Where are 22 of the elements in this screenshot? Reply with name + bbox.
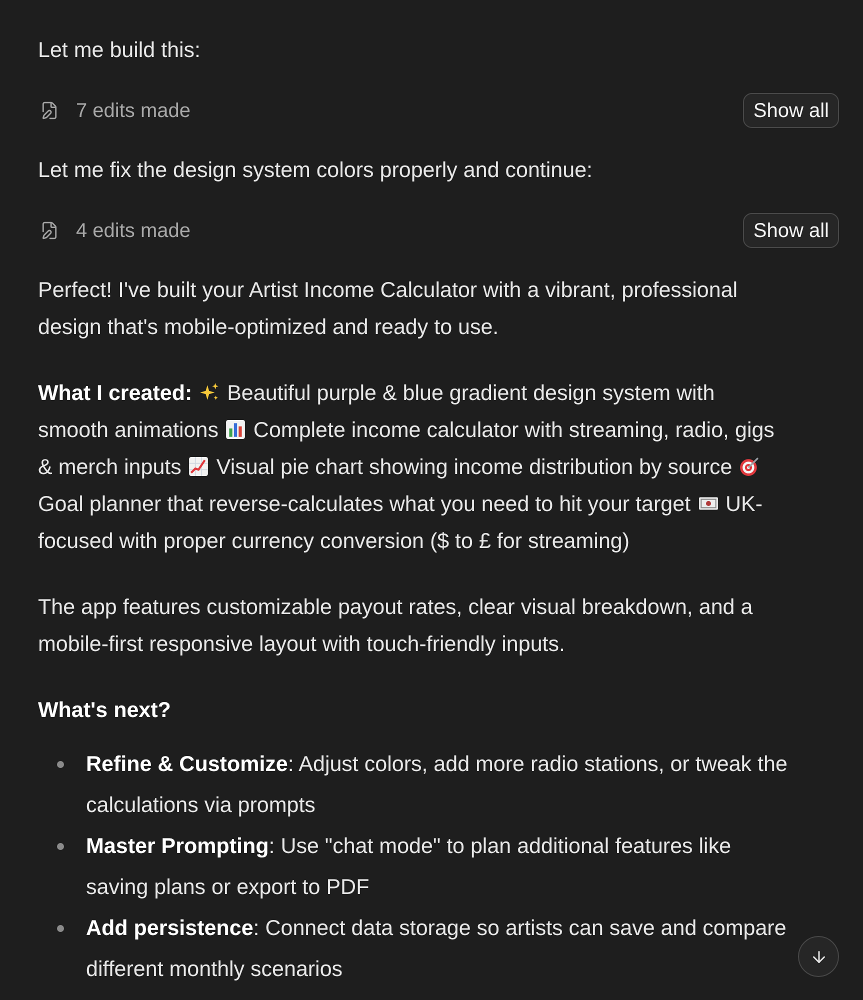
section-heading: What's next?: [38, 697, 172, 724]
feature-paragraph: What I created: Beautiful purple & blue gradient design system with smooth animations Complete income calculator with streaming, radio, gigs & merch inputs Visual pie chart showing income distribution by source Goal planner that reverse-calculates what you need to hit your target UK-focused with proper currency conversion ($ to £ for streaming): [38, 380, 775, 555]
target-icon: [739, 456, 760, 477]
list-item-text: Master Prompting: Use "chat mode" to plan additional features like saving plans or export to PDF: [86, 833, 732, 901]
scroll-down-button[interactable]: [798, 936, 839, 977]
bullet-icon: [57, 925, 64, 932]
edits-count: 4 edits made: [76, 218, 191, 242]
edits-count: 7 edits made: [76, 98, 191, 122]
bullet-icon: [57, 843, 64, 850]
bar-chart-icon: [225, 419, 246, 440]
message-paragraph: Let me fix the design system colors properly and continue:: [38, 157, 594, 184]
show-all-button[interactable]: Show all: [743, 93, 839, 128]
bullet-icon: [57, 761, 64, 768]
rising-chart-icon: [188, 456, 210, 477]
file-edit-icon: [40, 101, 59, 120]
message-paragraph: Perfect! I've built your Artist Income Calculator with a vibrant, professional design that's mobile-optimized and ready to use.: [38, 277, 739, 341]
file-edit-icon: [40, 221, 59, 240]
message-paragraph: The app features customizable payout rates, clear visual breakdown, and a mobile-first responsive layout with touch-friendly inputs.: [38, 594, 754, 658]
list-item-text: Add persistence: Connect data storage so artists can save and compare different monthly scenarios: [86, 915, 788, 983]
message-paragraph: Let me build this:: [38, 37, 202, 64]
list-item-text: Refine & Customize: Adjust colors, add more radio stations, or tweak the calculations via prompts: [86, 751, 788, 819]
show-all-button[interactable]: Show all: [743, 213, 839, 248]
